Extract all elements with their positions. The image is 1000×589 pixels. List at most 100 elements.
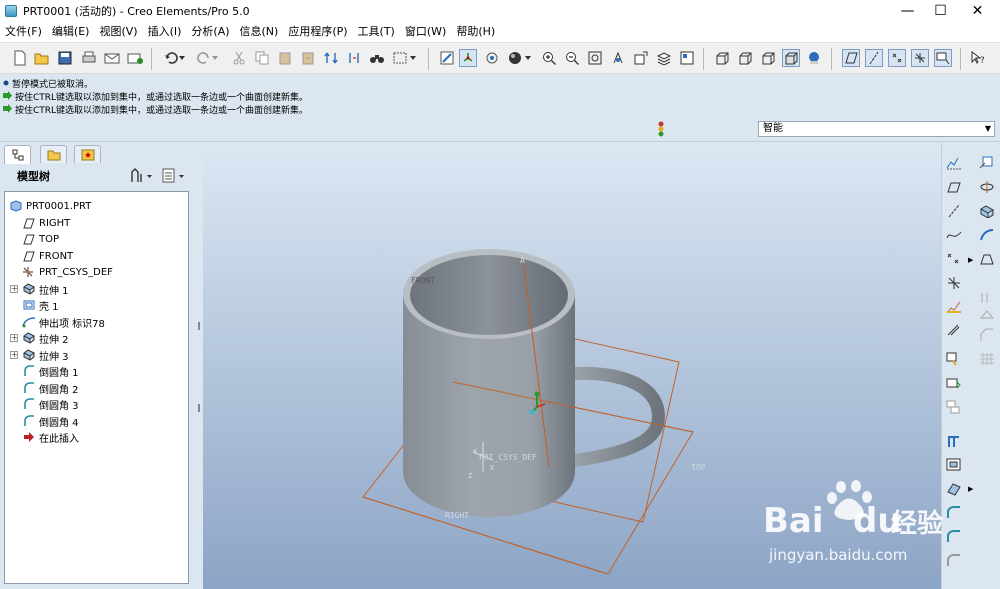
tree-show-icon[interactable] [162,168,188,187]
expand-toggle-icon[interactable]: + [10,351,18,359]
zoom-out-icon[interactable] [563,49,581,67]
minimize-button[interactable]: — [891,0,924,22]
menu-info[interactable]: 信息(N) [235,22,284,42]
saved-views-icon[interactable] [632,49,650,67]
open-folder-icon[interactable] [33,49,51,67]
no-hidden-icon[interactable] [759,49,777,67]
panel-splitter[interactable] [196,142,203,589]
menu-edit[interactable]: 编辑(E) [47,22,95,42]
sketch-icon[interactable] [945,154,963,172]
maximize-button[interactable]: ☐ [924,0,957,22]
selection-box-icon[interactable] [391,49,409,67]
undo-dropdown-icon[interactable] [178,49,186,67]
tree-item[interactable]: 倒圆角 2 [22,380,79,396]
tree-item[interactable]: PRT0001.PRT [9,198,91,214]
plane-icon[interactable] [945,178,963,196]
pattern-icon[interactable] [978,350,996,368]
move-icon[interactable] [945,398,963,416]
selection-filter-select[interactable]: 智能 ▼ [758,121,995,137]
menu-analysis[interactable]: 分析(A) [186,22,234,42]
tree-item[interactable]: TOP [22,231,59,247]
display-style-sphere-icon[interactable] [506,49,524,67]
tree-item[interactable]: + 拉伸 2 [10,330,69,346]
menu-tools[interactable]: 工具(T) [353,22,400,42]
tab-model-tree[interactable] [4,145,31,164]
copy-feature-icon[interactable] [945,350,963,368]
expand-toggle-icon[interactable]: + [10,334,18,342]
print-icon[interactable] [80,49,98,67]
enhanced-realism-icon[interactable] [805,49,823,67]
datum-axes-toggle-icon[interactable] [865,49,883,67]
tab-favorites[interactable] [74,145,101,163]
zoom-in-icon[interactable] [540,49,558,67]
cut-icon[interactable] [230,49,248,67]
chamfer-icon[interactable] [978,326,996,344]
curve-icon[interactable] [945,226,963,244]
reorient-icon[interactable] [609,49,627,67]
repaint-icon[interactable] [438,49,456,67]
tree-item[interactable]: + 拉伸 1 [10,281,69,297]
context-help-icon[interactable]: ? [969,49,987,67]
redo-dropdown-icon[interactable] [211,49,219,67]
tree-item[interactable]: 倒圆角 1 [22,363,79,379]
annotations-toggle-icon[interactable] [934,49,952,67]
tree-item[interactable]: 倒圆角 3 [22,396,79,412]
axis-icon[interactable] [945,202,963,220]
tree-item[interactable]: + 拉伸 3 [10,347,69,363]
traffic-light-icon[interactable] [657,121,665,140]
spin-center-icon[interactable] [459,49,477,67]
layers-icon[interactable] [655,49,673,67]
rib-icon[interactable] [978,306,996,324]
trim-icon[interactable] [945,432,963,450]
menu-view[interactable]: 视图(V) [94,22,142,42]
analysis-feature-icon[interactable] [945,298,963,316]
extrude-icon[interactable] [978,202,996,220]
copy-icon[interactable] [253,49,271,67]
paste-special-icon[interactable] [299,49,317,67]
expand-toggle-icon[interactable]: + [10,285,18,293]
menu-insert[interactable]: 插入(I) [143,22,187,42]
tree-item[interactable]: 在此插入 [22,429,79,445]
shading-icon[interactable] [782,49,800,67]
mirror-icon[interactable] [945,374,963,392]
selection-dropdown-icon[interactable] [409,49,417,67]
new-file-icon[interactable] [11,49,29,67]
close-button[interactable]: ✕ [961,0,994,22]
tree-settings-icon[interactable] [130,168,152,187]
find-binoculars-icon[interactable] [368,49,386,67]
regen-manager-icon[interactable] [345,49,363,67]
regenerate-icon[interactable] [322,49,340,67]
menu-window[interactable]: 窗口(W) [400,22,451,42]
sketch-plane-icon[interactable] [945,320,963,338]
mail-attach-icon[interactable] [126,49,144,67]
blend-icon[interactable] [978,250,996,268]
hole-icon[interactable] [978,154,996,172]
offset-icon[interactable] [945,456,963,474]
revolve-icon[interactable] [978,178,996,196]
view-manager-icon[interactable] [678,49,696,67]
datum-points-toggle-icon[interactable] [888,49,906,67]
orient-mode-icon[interactable] [483,49,501,67]
tree-item[interactable]: 倒圆角 4 [22,413,79,429]
datum-planes-toggle-icon[interactable] [842,49,860,67]
tree-item[interactable]: 伸出项 标识78 [22,314,105,330]
paste-icon[interactable] [276,49,294,67]
csys-icon[interactable] [945,274,963,292]
wireframe-icon[interactable] [713,49,731,67]
display-style-dropdown-icon[interactable] [524,49,532,67]
save-icon[interactable] [56,49,74,67]
draft-icon[interactable] [978,288,996,306]
thicken-dropdown-icon[interactable]: ▶ [968,485,973,493]
csys-toggle-icon[interactable] [911,49,929,67]
menu-help[interactable]: 帮助(H) [451,22,500,42]
datum-point-icon[interactable] [945,250,963,268]
point-dropdown-icon[interactable]: ▶ [968,256,973,264]
tree-item[interactable]: FRONT [22,248,73,264]
menu-applications[interactable]: 应用程序(P) [283,22,352,42]
tree-item[interactable]: 壳 1 [22,297,59,313]
hidden-line-icon[interactable] [736,49,754,67]
menu-file[interactable]: 文件(F) [0,22,47,42]
tab-folder-browser[interactable] [40,145,67,163]
tree-item[interactable]: PRT_CSYS_DEF [22,264,113,280]
tree-item[interactable]: RIGHT [22,215,70,231]
